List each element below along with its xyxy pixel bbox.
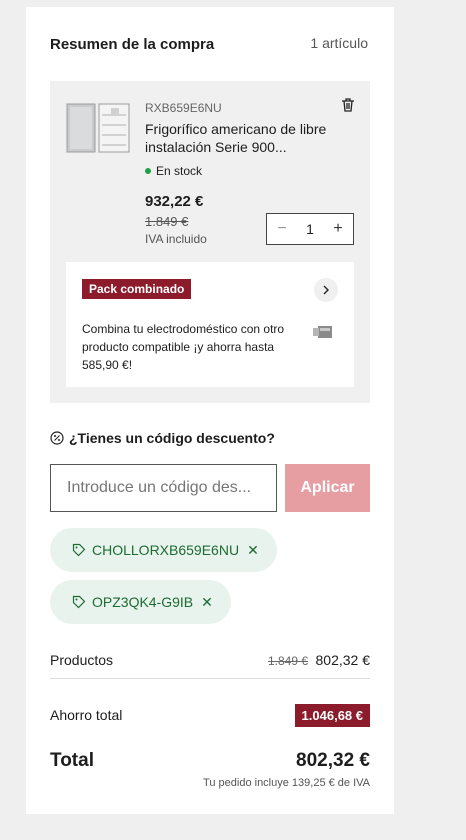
fridge-image bbox=[66, 103, 130, 153]
total-label: Total bbox=[50, 750, 94, 771]
discount-question: ¿Tienes un código descuento? bbox=[50, 430, 275, 446]
applied-code-label: OPZ3QK4-G9IB bbox=[92, 594, 194, 610]
applied-code-label: CHOLLORXB659E6NU bbox=[92, 542, 240, 558]
quantity-stepper: − 1 + bbox=[266, 213, 354, 245]
savings-badge: 1.046,68 € bbox=[294, 704, 370, 727]
apply-code-button[interactable]: Aplicar bbox=[285, 464, 370, 512]
remove-code-icon[interactable]: ✕ bbox=[201, 594, 213, 611]
stock-label: En stock bbox=[156, 164, 203, 178]
item-count: 1 artículo bbox=[310, 35, 368, 51]
remove-code-icon[interactable]: ✕ bbox=[247, 542, 259, 559]
tag-icon bbox=[72, 543, 86, 557]
products-label: Productos bbox=[50, 652, 114, 668]
minus-icon[interactable]: − bbox=[275, 221, 289, 237]
total-value: 802,32 € bbox=[296, 750, 370, 771]
plus-icon[interactable]: + bbox=[331, 221, 345, 237]
tax-included-note: IVA incluido bbox=[145, 232, 207, 246]
summary-title: Resumen de la compra bbox=[50, 36, 215, 53]
combo-pack-text: Combina tu electrodoméstico con otro pro… bbox=[82, 322, 285, 372]
trash-icon[interactable] bbox=[340, 97, 356, 113]
product-sku: RXB659E6NU bbox=[145, 101, 222, 115]
products-old-price: 1.849 € bbox=[268, 654, 309, 668]
stock-dot-icon bbox=[145, 168, 151, 174]
quantity-value: 1 bbox=[306, 221, 314, 237]
combo-pack-badge: Pack combinado bbox=[82, 279, 192, 299]
applied-code-chip: CHOLLORXB659E6NU ✕ bbox=[50, 528, 277, 572]
divider bbox=[50, 678, 370, 679]
savings-label: Ahorro total bbox=[50, 707, 123, 723]
cart-item-card: RXB659E6NU Frigorífico americano de libr… bbox=[50, 81, 370, 403]
product-name[interactable]: Frigorífico americano de libre instalaci… bbox=[145, 120, 335, 156]
tag-icon bbox=[72, 595, 86, 609]
stock-status: En stock bbox=[145, 164, 202, 178]
products-value: 802,32 € bbox=[315, 652, 371, 668]
discount-code-input[interactable] bbox=[50, 464, 277, 512]
product-price: 932,22 € bbox=[145, 193, 204, 210]
order-tax-note: Tu pedido incluye 139,25 € de IVA bbox=[203, 777, 370, 789]
appliance-combo-icon bbox=[313, 326, 332, 338]
applied-code-chip: OPZ3QK4-G9IB ✕ bbox=[50, 580, 231, 624]
order-summary-panel: Resumen de la compra 1 artículo RXB659E6… bbox=[26, 7, 394, 814]
combo-pack-card[interactable]: Pack combinado Combina tu electrodomésti… bbox=[66, 262, 354, 387]
discount-question-label: ¿Tienes un código descuento? bbox=[69, 430, 275, 446]
discount-percent-icon bbox=[50, 431, 64, 445]
chevron-right-icon[interactable] bbox=[314, 278, 338, 302]
product-old-price: 1.849 € bbox=[145, 214, 189, 229]
